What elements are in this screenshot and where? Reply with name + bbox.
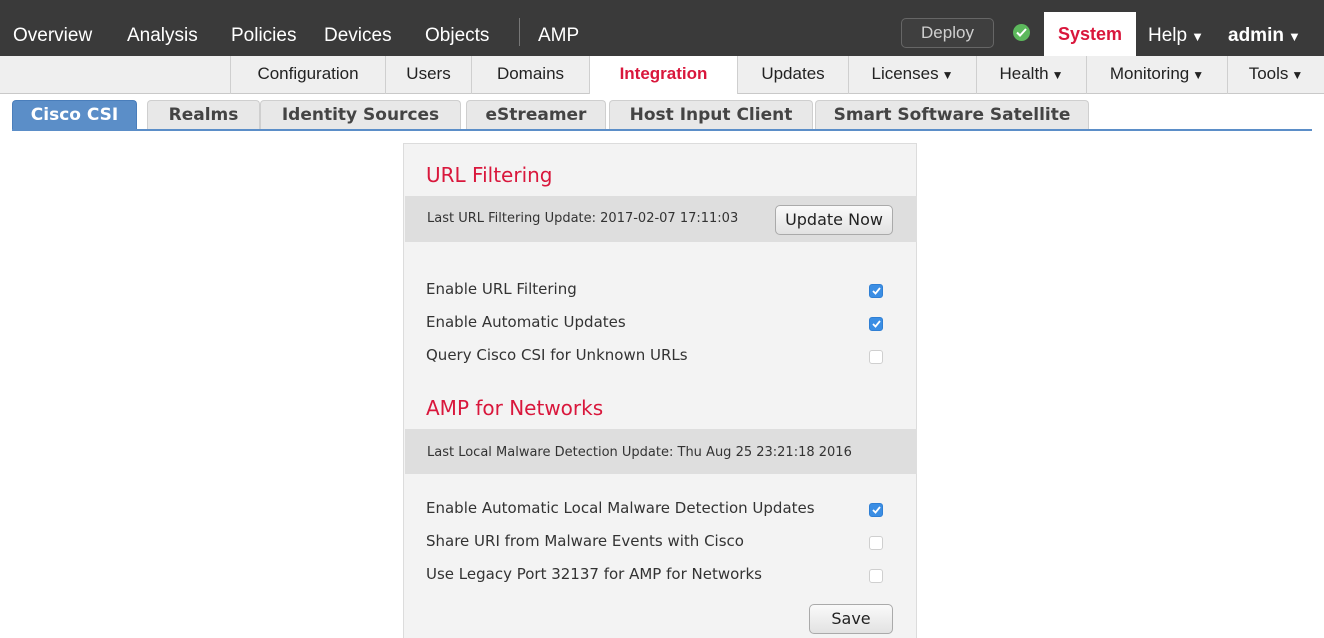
enable-automatic-updates-checkbox[interactable] [869, 317, 883, 331]
nav-objects[interactable]: Objects [425, 0, 489, 56]
chevron-down-icon: ▼ [1287, 29, 1301, 44]
tab-identity-sources[interactable]: Identity Sources [260, 100, 461, 130]
last-url-filtering-update: Last URL Filtering Update: 2017-02-07 17… [427, 211, 739, 226]
nav-amp[interactable]: AMP [538, 0, 579, 56]
settings-panel: URL Filtering Last URL Filtering Update:… [403, 143, 917, 638]
url-filtering-title: URL Filtering [426, 163, 553, 187]
nav-help[interactable]: Help ▼ [1148, 0, 1204, 56]
option-label: Enable Automatic Local Malware Detection… [426, 499, 815, 517]
option-label: Query Cisco CSI for Unknown URLs [426, 346, 688, 364]
nav-system[interactable]: System [1044, 12, 1136, 56]
subnav-monitoring[interactable]: Monitoring ▼ [1086, 56, 1227, 94]
tab-cisco-csi[interactable]: Cisco CSI [12, 100, 137, 130]
option-label: Enable Automatic Updates [426, 313, 626, 331]
chevron-down-icon: ▼ [1051, 68, 1064, 82]
top-navigation: Overview Analysis Policies Devices Objec… [0, 0, 1324, 56]
tab-smart-software-satellite[interactable]: Smart Software Satellite [815, 100, 1089, 130]
nav-help-label: Help [1148, 25, 1188, 46]
subnav-tools-label: Tools [1248, 64, 1289, 83]
tab-host-input-client[interactable]: Host Input Client [609, 100, 813, 130]
chevron-down-icon: ▼ [1291, 68, 1304, 82]
chevron-down-icon: ▼ [1192, 68, 1205, 82]
enable-url-filtering-checkbox[interactable] [869, 284, 883, 298]
nav-policies[interactable]: Policies [231, 0, 296, 56]
subnav-updates[interactable]: Updates [737, 56, 848, 94]
sub-navigation: Configuration Users Domains Integration … [0, 56, 1324, 94]
user-name: admin [1228, 25, 1284, 46]
legacy-port-checkbox[interactable] [869, 569, 883, 583]
subnav-tools[interactable]: Tools ▼ [1227, 56, 1324, 94]
update-now-button[interactable]: Update Now [775, 205, 893, 235]
chevron-down-icon: ▼ [1191, 29, 1204, 44]
tab-estreamer[interactable]: eStreamer [466, 100, 606, 130]
subnav-health[interactable]: Health ▼ [976, 56, 1086, 94]
option-label: Share URI from Malware Events with Cisco [426, 532, 744, 550]
save-button[interactable]: Save [809, 604, 893, 634]
nav-analysis[interactable]: Analysis [127, 0, 198, 56]
nav-user-menu[interactable]: admin ▼ [1228, 0, 1301, 56]
deploy-button[interactable]: Deploy [901, 18, 994, 48]
nav-divider [519, 18, 520, 46]
subnav-health-label: Health [999, 64, 1049, 83]
nav-devices[interactable]: Devices [324, 0, 392, 56]
subnav-integration[interactable]: Integration [589, 56, 737, 94]
subnav-users[interactable]: Users [385, 56, 471, 94]
subnav-licenses[interactable]: Licenses ▼ [848, 56, 976, 94]
chevron-down-icon: ▼ [941, 68, 954, 82]
amp-for-networks-title: AMP for Networks [426, 396, 604, 420]
nav-overview[interactable]: Overview [13, 0, 92, 56]
url-filtering-info-bar: Last URL Filtering Update: 2017-02-07 17… [405, 196, 917, 242]
integration-tabs: Cisco CSI Realms Identity Sources eStrea… [0, 94, 1324, 134]
query-cisco-csi-checkbox[interactable] [869, 350, 883, 364]
enable-malware-detection-updates-checkbox[interactable] [869, 503, 883, 517]
subnav-monitoring-label: Monitoring [1109, 64, 1190, 83]
subnav-licenses-label: Licenses [871, 64, 939, 83]
check-circle-icon[interactable] [1013, 24, 1030, 41]
option-label: Enable URL Filtering [426, 280, 577, 298]
subnav-domains[interactable]: Domains [471, 56, 589, 94]
amp-info-bar: Last Local Malware Detection Update: Thu… [405, 429, 917, 474]
tab-underline [12, 129, 1312, 131]
subnav-configuration[interactable]: Configuration [230, 56, 385, 94]
last-malware-detection-update: Last Local Malware Detection Update: Thu… [427, 445, 852, 460]
tab-realms[interactable]: Realms [147, 100, 260, 130]
share-uri-checkbox[interactable] [869, 536, 883, 550]
option-label: Use Legacy Port 32137 for AMP for Networ… [426, 565, 762, 583]
